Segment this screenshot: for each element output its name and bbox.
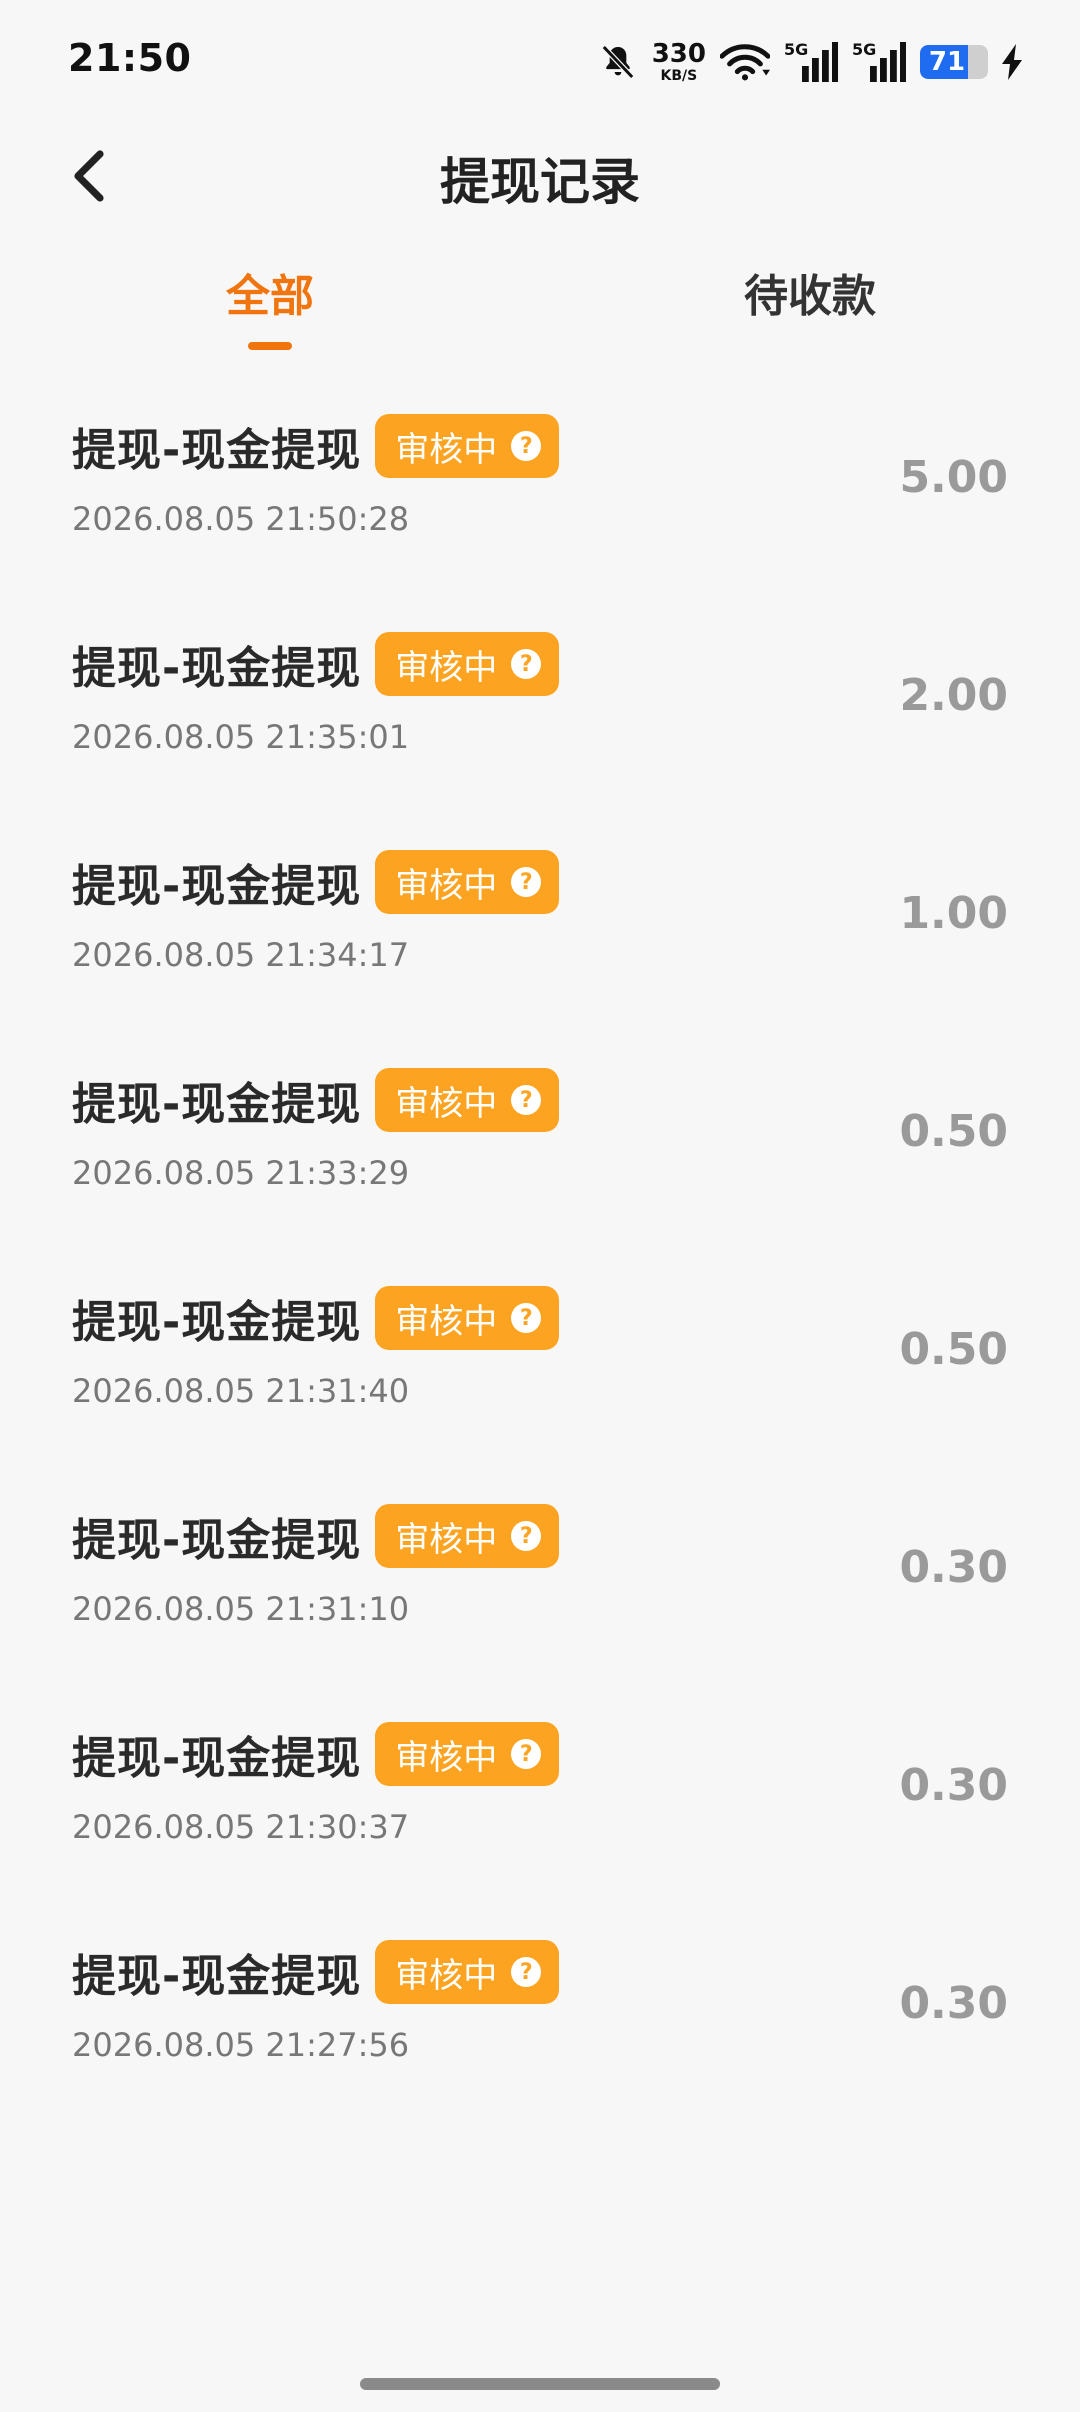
network-speed-unit: KB/S <box>660 68 698 84</box>
network-speed-value: 330 <box>651 39 706 69</box>
status-time: 21:50 <box>68 36 192 80</box>
wifi-icon <box>720 42 770 82</box>
record-amount: 0.30 <box>899 1978 1008 2029</box>
record-time: 2026.08.05 21:34:17 <box>72 936 410 974</box>
status-badge-text: 审核中 <box>395 1737 498 1778</box>
mute-bell-icon <box>598 42 638 82</box>
tab-all[interactable]: 全部 <box>120 260 420 324</box>
header: 提现记录 <box>0 120 1080 230</box>
record-title: 提现-现金提现 <box>72 1079 362 1130</box>
status-badge[interactable]: 审核中? <box>375 850 560 914</box>
list-item[interactable]: 提现-现金提现 审核中? 2026.08.05 21:31:10 0.30 <box>0 1482 1080 1700</box>
record-title: 提现-现金提现 <box>72 1951 362 2002</box>
record-title-row: 提现-现金提现 审核中? <box>72 1504 560 1568</box>
status-badge[interactable]: 审核中? <box>375 1286 560 1350</box>
record-amount: 0.50 <box>899 1324 1008 1375</box>
status-badge-text: 审核中 <box>395 1083 498 1124</box>
record-amount: 5.00 <box>899 452 1008 503</box>
status-bar: 21:50 330 KB/S 5G 5G 71 <box>0 0 1080 120</box>
status-badge-text: 审核中 <box>395 1955 498 1996</box>
list-item[interactable]: 提现-现金提现 审核中? 2026.08.05 21:33:29 0.50 <box>0 1046 1080 1264</box>
list-item[interactable]: 提现-现金提现 审核中? 2026.08.05 21:30:37 0.30 <box>0 1700 1080 1918</box>
help-icon[interactable]: ? <box>511 1739 542 1769</box>
record-amount: 1.00 <box>899 888 1008 939</box>
help-icon[interactable]: ? <box>511 431 542 461</box>
signal-sim1-icon: 5G <box>784 40 838 82</box>
record-title: 提现-现金提现 <box>72 425 362 476</box>
battery-icon: 71 <box>920 45 988 79</box>
list-item[interactable]: 提现-现金提现 审核中? 2026.08.05 21:27:56 0.30 <box>0 1918 1080 2136</box>
status-badge[interactable]: 审核中? <box>375 632 560 696</box>
record-time: 2026.08.05 21:27:56 <box>72 2026 410 2064</box>
tab-active-indicator <box>248 342 292 350</box>
record-title-row: 提现-现金提现 审核中? <box>72 1068 560 1132</box>
record-title: 提现-现金提现 <box>72 1733 362 1784</box>
charging-icon <box>1002 44 1024 80</box>
home-indicator[interactable] <box>360 2378 720 2390</box>
record-time: 2026.08.05 21:33:29 <box>72 1154 410 1192</box>
record-title-row: 提现-现金提现 审核中? <box>72 414 560 478</box>
status-badge[interactable]: 审核中? <box>375 414 560 478</box>
list-item[interactable]: 提现-现金提现 审核中? 2026.08.05 21:35:01 2.00 <box>0 610 1080 828</box>
record-time: 2026.08.05 21:30:37 <box>72 1808 410 1846</box>
status-badge[interactable]: 审核中? <box>375 1504 560 1568</box>
list-item[interactable]: 提现-现金提现 审核中? 2026.08.05 21:34:17 1.00 <box>0 828 1080 1046</box>
status-badge[interactable]: 审核中? <box>375 1068 560 1132</box>
tab-bar: 全部 待收款 <box>0 250 1080 360</box>
record-time: 2026.08.05 21:35:01 <box>72 718 410 756</box>
record-amount: 0.50 <box>899 1106 1008 1157</box>
help-icon[interactable]: ? <box>511 649 542 679</box>
record-time: 2026.08.05 21:50:28 <box>72 500 410 538</box>
status-badge-text: 审核中 <box>395 865 498 906</box>
record-title-row: 提现-现金提现 审核中? <box>72 1940 560 2004</box>
status-badge-text: 审核中 <box>395 1519 498 1560</box>
record-time: 2026.08.05 21:31:10 <box>72 1590 410 1628</box>
status-badge[interactable]: 审核中? <box>375 1940 560 2004</box>
record-title: 提现-现金提现 <box>72 861 362 912</box>
help-icon[interactable]: ? <box>511 1085 542 1115</box>
help-icon[interactable]: ? <box>511 867 542 897</box>
battery-level: 71 <box>928 47 966 77</box>
record-amount: 0.30 <box>899 1760 1008 1811</box>
record-title-row: 提现-现金提现 审核中? <box>72 1286 560 1350</box>
tab-pending[interactable]: 待收款 <box>660 260 960 324</box>
record-title: 提现-现金提现 <box>72 1515 362 1566</box>
status-badge-text: 审核中 <box>395 429 498 470</box>
status-badge-text: 审核中 <box>395 647 498 688</box>
record-title-row: 提现-现金提现 审核中? <box>72 1722 560 1786</box>
record-amount: 2.00 <box>899 670 1008 721</box>
record-title: 提现-现金提现 <box>72 643 362 694</box>
record-amount: 0.30 <box>899 1542 1008 1593</box>
withdrawal-record-list: 提现-现金提现 审核中? 2026.08.05 21:50:28 5.00 提现-现金提… <box>0 392 1080 2136</box>
status-badge-text: 审核中 <box>395 1301 498 1342</box>
record-title: 提现-现金提现 <box>72 1297 362 1348</box>
help-icon[interactable]: ? <box>511 1957 542 1987</box>
list-item[interactable]: 提现-现金提现 审核中? 2026.08.05 21:31:40 0.50 <box>0 1264 1080 1482</box>
record-time: 2026.08.05 21:31:40 <box>72 1372 410 1410</box>
record-title-row: 提现-现金提现 审核中? <box>72 632 560 696</box>
help-icon[interactable]: ? <box>511 1521 542 1551</box>
record-title-row: 提现-现金提现 审核中? <box>72 850 560 914</box>
network-speed: 330 KB/S <box>652 41 706 83</box>
status-badge[interactable]: 审核中? <box>375 1722 560 1786</box>
help-icon[interactable]: ? <box>511 1303 542 1333</box>
status-icons: 330 KB/S 5G 5G 71 <box>598 38 1024 86</box>
signal-sim2-icon: 5G <box>852 40 906 82</box>
page-title: 提现记录 <box>440 153 640 211</box>
list-item[interactable]: 提现-现金提现 审核中? 2026.08.05 21:50:28 5.00 <box>0 392 1080 610</box>
